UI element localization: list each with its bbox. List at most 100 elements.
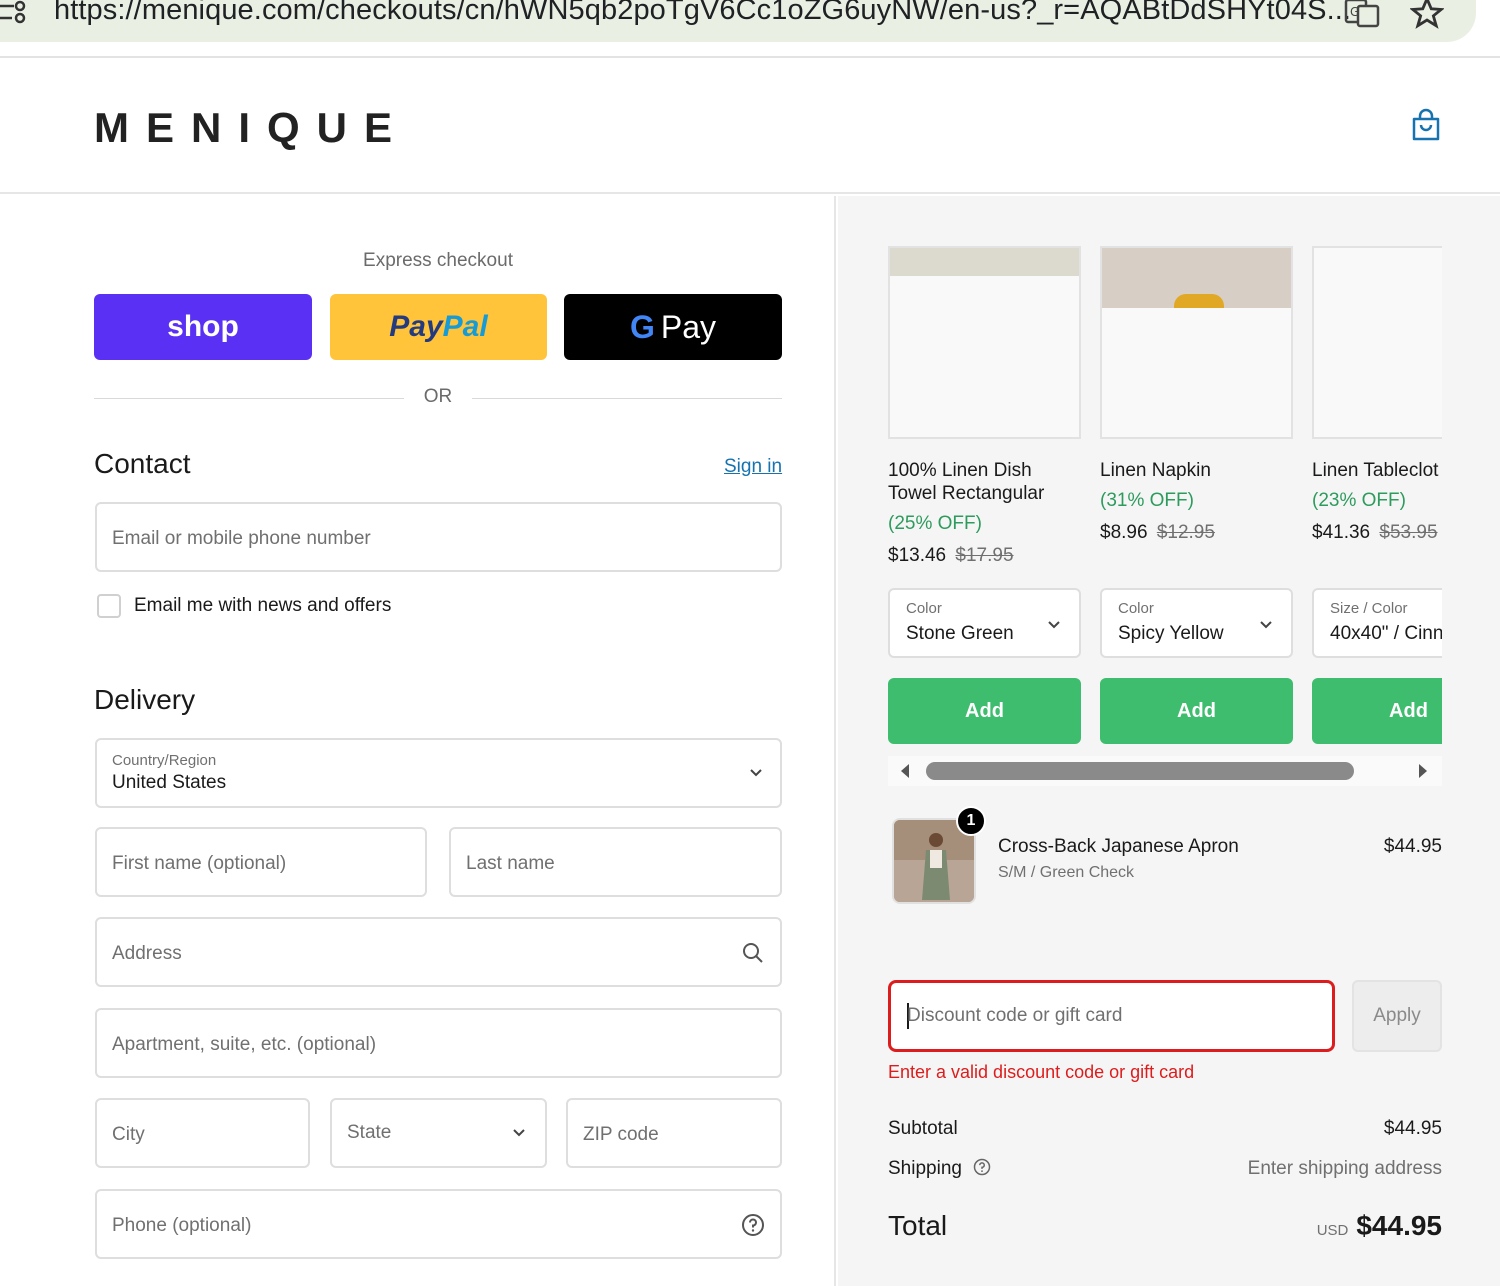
shipping-help-icon[interactable] (973, 1158, 991, 1176)
total-row: Total USD $44.95 (888, 1210, 1442, 1250)
variant-value: Stone Green (906, 623, 1014, 644)
city-field[interactable]: City (95, 1098, 310, 1168)
phone-field[interactable]: Phone (optional) (95, 1189, 782, 1259)
product-name: 100% Linen Dish Towel Rectangular (888, 460, 1045, 504)
phone-placeholder: Phone (optional) (112, 1215, 252, 1236)
subtotal-label: Subtotal (888, 1118, 958, 1139)
store-logo[interactable]: MENIQUE (94, 104, 409, 152)
discount-placeholder: Discount code or gift card (907, 1005, 1123, 1026)
upsell-card: Linen Tableclot (23% OFF) $41.36 $53.95 … (1312, 246, 1442, 744)
url-text[interactable]: https://menique.com/checkouts/cn/hWN5qb2… (54, 0, 1351, 27)
country-select[interactable]: Country/Region United States (95, 738, 782, 808)
product-image[interactable] (1100, 246, 1293, 439)
or-label: OR (423, 386, 453, 407)
compare-price: $53.95 (1379, 522, 1438, 543)
newsletter-label[interactable]: Email me with news and offers (134, 595, 391, 617)
address-field[interactable]: Address (95, 917, 782, 987)
variant-select[interactable]: Size / Color 40x40" / Cinn (1312, 588, 1442, 658)
chevron-down-icon (1260, 621, 1272, 629)
first-name-field[interactable]: First name (optional) (95, 827, 427, 897)
chevron-down-icon (1048, 621, 1060, 629)
product-name: Linen Napkin (1100, 460, 1211, 481)
apartment-placeholder: Apartment, suite, etc. (optional) (112, 1034, 377, 1055)
zip-field[interactable]: ZIP code (566, 1098, 782, 1168)
google-g-icon: G (629, 308, 655, 345)
variant-value: Spicy Yellow (1118, 623, 1224, 644)
product-price: $41.36 $53.95 (1312, 522, 1442, 544)
total-amount: USD $44.95 (1317, 1210, 1442, 1242)
translate-icon[interactable]: G (1344, 0, 1380, 28)
svg-text:G: G (1350, 5, 1359, 19)
help-circle-icon[interactable] (741, 1213, 765, 1237)
cart-item-variant: S/M / Green Check (998, 864, 1135, 881)
search-icon (743, 943, 763, 963)
apartment-field[interactable]: Apartment, suite, etc. (optional) (95, 1008, 782, 1078)
order-summary-column: 100% Linen Dish Towel Rectangular (25% O… (838, 196, 1500, 1286)
country-value: United States (112, 772, 227, 793)
scrollbar-thumb[interactable] (926, 762, 1354, 780)
discount-percent: (25% OFF) (888, 513, 982, 534)
discount-error-message: Enter a valid discount code or gift card (888, 1062, 1195, 1082)
checkout-form-column: Express checkout shop Pay Pal G Pay OR Co… (0, 196, 836, 1286)
paypal-label-pal: Pal (442, 310, 488, 343)
upsell-card: 100% Linen Dish Towel Rectangular (25% O… (888, 246, 1081, 744)
apply-discount-button[interactable]: Apply (1352, 980, 1442, 1052)
scroll-right-arrow-icon[interactable] (1416, 762, 1430, 780)
product-image[interactable] (888, 246, 1081, 439)
express-checkout-title: Express checkout (363, 250, 513, 271)
state-select[interactable]: State (330, 1098, 547, 1168)
currency-code: USD (1316, 1222, 1349, 1239)
variant-select[interactable]: Color Spicy Yellow (1100, 588, 1293, 658)
last-name-placeholder: Last name (466, 853, 555, 874)
country-label: Country/Region (112, 752, 217, 769)
paypal-button[interactable]: Pay Pal (330, 294, 547, 360)
shopping-bag-icon[interactable] (1410, 108, 1442, 142)
sale-price: $8.96 (1100, 522, 1148, 543)
shop-pay-label: shop (167, 310, 239, 343)
scroll-left-arrow-icon[interactable] (898, 762, 912, 780)
cart-item-price: $44.95 (1383, 836, 1442, 857)
product-price: $13.46 $17.95 (888, 545, 1081, 567)
sign-in-link[interactable]: Sign in (724, 456, 782, 478)
upsell-carousel: 100% Linen Dish Towel Rectangular (25% O… (888, 246, 1442, 792)
product-price: $8.96 $12.95 (1100, 522, 1293, 544)
sale-price: $41.36 (1312, 522, 1371, 543)
sale-price: $13.46 (888, 545, 947, 566)
newsletter-checkbox[interactable] (97, 594, 121, 618)
site-header: MENIQUE (0, 60, 1500, 194)
chevron-down-icon (513, 1129, 525, 1137)
add-button[interactable]: Add (1312, 678, 1442, 744)
total-value: $44.95 (1356, 1210, 1442, 1241)
paypal-label-pay: Pay (389, 310, 443, 343)
discount-percent: (23% OFF) (1312, 490, 1406, 511)
first-name-placeholder: First name (optional) (112, 853, 287, 874)
city-placeholder: City (112, 1124, 145, 1145)
add-button[interactable]: Add (888, 678, 1081, 744)
shipping-label: Shipping (888, 1158, 962, 1179)
upsell-card: Linen Napkin (31% OFF) $8.96 $12.95 Colo… (1100, 246, 1293, 744)
variant-select[interactable]: Color Stone Green (888, 588, 1081, 658)
contact-heading: Contact (94, 448, 191, 479)
chevron-down-icon (750, 769, 762, 777)
zip-placeholder: ZIP code (583, 1124, 659, 1145)
quantity-badge: 1 (956, 806, 986, 836)
add-button[interactable]: Add (1100, 678, 1293, 744)
site-settings-icon[interactable] (0, 0, 30, 26)
discount-code-input[interactable]: Discount code or gift card (888, 980, 1335, 1052)
google-pay-button[interactable]: G Pay (564, 294, 782, 360)
product-name: Linen Tableclot (1312, 460, 1439, 481)
google-pay-label: Pay (660, 308, 717, 345)
variant-label: Color (1118, 600, 1154, 617)
shipping-value: Enter shipping address (1247, 1158, 1442, 1179)
compare-price: $12.95 (1156, 522, 1215, 543)
state-placeholder: State (347, 1122, 392, 1143)
last-name-field[interactable]: Last name (449, 827, 782, 897)
or-divider: OR (94, 384, 782, 412)
bookmark-star-icon[interactable] (1410, 0, 1444, 30)
shop-pay-button[interactable]: shop (94, 294, 312, 360)
carousel-scrollbar[interactable] (888, 756, 1442, 786)
email-field[interactable]: Email or mobile phone number (95, 502, 782, 572)
variant-label: Size / Color (1330, 600, 1408, 617)
product-image[interactable] (1312, 246, 1442, 439)
compare-price: $17.95 (955, 545, 1014, 566)
